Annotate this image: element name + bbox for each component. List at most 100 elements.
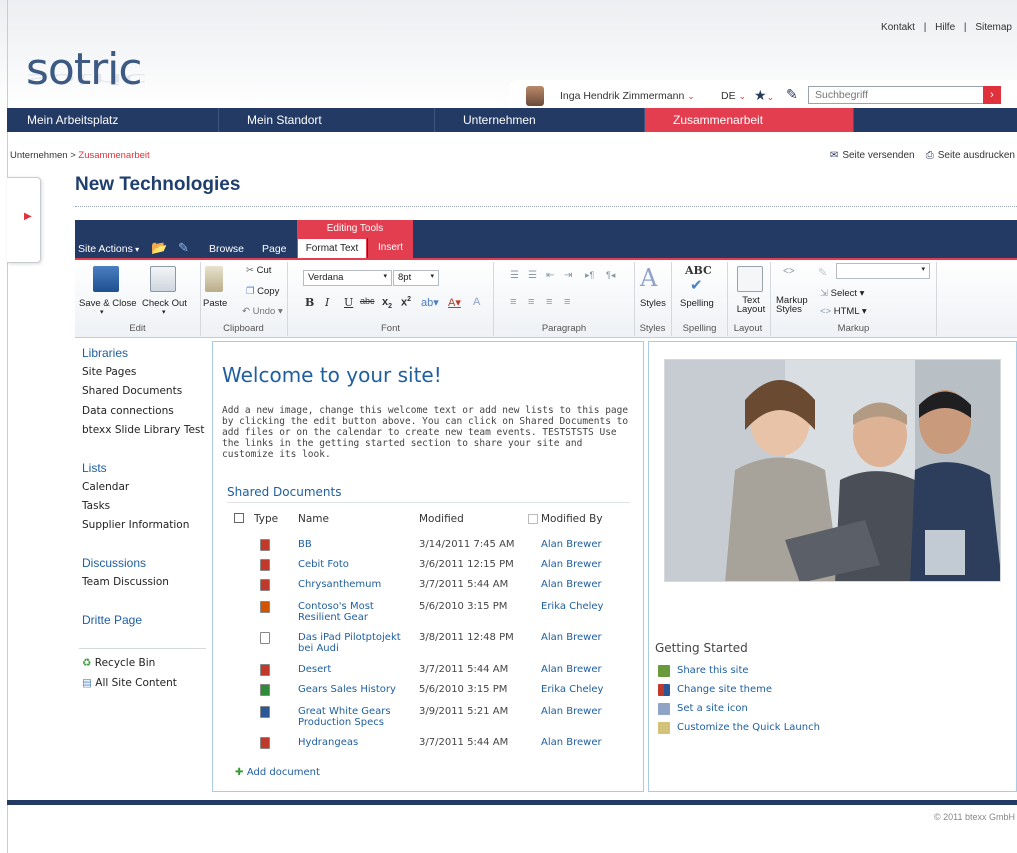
underline-button[interactable]: U: [344, 296, 353, 309]
cut-button[interactable]: ✂ Cut: [246, 265, 271, 276]
quick-launch-item[interactable]: Calendar: [82, 481, 129, 493]
quick-launch-item[interactable]: Team Discussion: [82, 576, 169, 588]
quick-launch-item[interactable]: Site Pages: [82, 366, 136, 378]
column-header-name[interactable]: Name: [298, 513, 329, 525]
share-site-link[interactable]: Share this site: [677, 665, 749, 676]
document-modified-by-link[interactable]: Erika Cheley: [541, 601, 603, 612]
all-site-content-link[interactable]: ▤ All Site Content: [82, 677, 177, 689]
ltr-icon[interactable]: ▸¶: [585, 270, 594, 281]
document-modified-by-link[interactable]: Erika Cheley: [541, 684, 603, 695]
italic-button[interactable]: I: [325, 296, 329, 309]
decrease-indent-icon[interactable]: ⇤: [546, 270, 554, 281]
markup-styles-button[interactable]: Markup Styles: [776, 296, 814, 315]
edit-pen-icon[interactable]: ✎: [786, 86, 798, 103]
strikethrough-button[interactable]: abc: [360, 296, 375, 306]
avatar[interactable]: [526, 86, 544, 106]
select-button[interactable]: ⇲ Select ▾: [820, 288, 864, 299]
document-type-icon[interactable]: [260, 559, 270, 571]
document-type-icon[interactable]: [260, 706, 270, 718]
document-type-icon[interactable]: [260, 579, 270, 591]
document-name-link[interactable]: Contoso's Most Resilient Gear: [298, 601, 403, 623]
select-all-checkbox[interactable]: [234, 513, 244, 523]
tab-page[interactable]: Page: [262, 243, 287, 255]
document-modified-by-link[interactable]: Alan Brewer: [541, 539, 602, 550]
tab-insert[interactable]: Insert: [368, 238, 413, 258]
navigate-up-icon[interactable]: 📂: [151, 240, 167, 256]
font-family-select[interactable]: Verdana ▾: [303, 270, 392, 286]
tab-browse[interactable]: Browse: [209, 243, 244, 255]
user-menu[interactable]: Inga Hendrik Zimmermann ⌄: [560, 90, 695, 102]
column-header-modified-by[interactable]: Modified By: [541, 513, 603, 525]
edit-page-icon[interactable]: ✎: [178, 240, 189, 256]
html-button[interactable]: <> HTML ▾: [820, 306, 867, 317]
document-modified-by-link[interactable]: Alan Brewer: [541, 632, 602, 643]
document-name-link[interactable]: BB: [298, 539, 403, 550]
document-name-link[interactable]: Gears Sales History: [298, 684, 403, 695]
document-type-icon[interactable]: [260, 664, 270, 676]
document-type-icon[interactable]: [260, 632, 270, 644]
rtl-icon[interactable]: ¶◂: [606, 270, 615, 281]
send-page-link[interactable]: Seite versenden: [842, 150, 914, 161]
quick-launch-item[interactable]: Supplier Information: [82, 519, 189, 531]
nav-item-unternehmen[interactable]: Unternehmen: [435, 108, 645, 132]
quick-launch-heading-lists[interactable]: Lists: [82, 461, 107, 475]
quick-launch-heading-dritte-page[interactable]: Dritte Page: [82, 613, 142, 627]
link-hilfe[interactable]: Hilfe: [935, 22, 955, 33]
document-modified-by-link[interactable]: Alan Brewer: [541, 559, 602, 570]
add-document-link[interactable]: ✚ Add document: [235, 767, 320, 778]
change-theme-link[interactable]: Change site theme: [677, 684, 772, 695]
justify-icon[interactable]: ≡: [564, 296, 570, 308]
styles-button[interactable]: Styles: [640, 298, 666, 309]
quick-launch-item[interactable]: Shared Documents: [82, 385, 182, 397]
recycle-bin-link[interactable]: ♻ Recycle Bin: [82, 657, 155, 669]
quick-launch-item[interactable]: btexx Slide Library Test: [82, 424, 205, 436]
document-name-link[interactable]: Desert: [298, 664, 403, 675]
language-menu[interactable]: DE ⌄: [721, 90, 746, 102]
bold-button[interactable]: B: [305, 296, 314, 309]
set-site-icon-link[interactable]: Set a site icon: [677, 703, 748, 714]
document-type-icon[interactable]: [260, 737, 270, 749]
column-header-type[interactable]: Type: [254, 513, 278, 525]
document-type-icon[interactable]: [260, 601, 270, 613]
highlight-color-button[interactable]: ab▾: [421, 296, 439, 309]
superscript-button[interactable]: x2: [401, 296, 411, 309]
breadcrumb-parent[interactable]: Unternehmen: [10, 150, 68, 161]
quick-launch-heading-discussions[interactable]: Discussions: [82, 556, 146, 570]
align-left-icon[interactable]: ≡: [510, 296, 516, 308]
document-modified-by-link[interactable]: Alan Brewer: [541, 664, 602, 675]
shared-documents-title[interactable]: Shared Documents: [227, 485, 341, 499]
favorites-star-icon[interactable]: ★⌄: [754, 87, 774, 104]
document-name-link[interactable]: Chrysanthemum: [298, 579, 403, 590]
align-center-icon[interactable]: ≡: [528, 296, 534, 308]
quick-launch-heading-libraries[interactable]: Libraries: [82, 346, 128, 360]
clear-format-button[interactable]: A: [473, 296, 480, 308]
markup-dropdown[interactable]: ▾: [836, 263, 930, 279]
document-type-icon[interactable]: [260, 539, 270, 551]
link-sitemap[interactable]: Sitemap: [975, 22, 1012, 33]
document-modified-by-link[interactable]: Alan Brewer: [541, 737, 602, 748]
font-size-select[interactable]: 8pt ▾: [393, 270, 439, 286]
document-modified-by-link[interactable]: Alan Brewer: [541, 579, 602, 590]
save-close-button[interactable]: Save & Close: [79, 298, 137, 309]
print-page-link[interactable]: Seite ausdrucken: [938, 150, 1015, 161]
quick-launch-item[interactable]: Data connections: [82, 405, 174, 417]
document-name-link[interactable]: Great White Gears Production Specs: [298, 706, 403, 728]
text-layout-button[interactable]: Text Layout: [731, 296, 771, 315]
font-color-button[interactable]: A▾: [448, 296, 461, 309]
document-name-link[interactable]: Cebit Foto: [298, 559, 403, 570]
subscript-button[interactable]: x2: [382, 296, 392, 310]
search-input[interactable]: [808, 86, 1000, 104]
numbered-list-icon[interactable]: ☰: [528, 270, 537, 281]
document-type-icon[interactable]: [260, 684, 270, 696]
spelling-button[interactable]: Spelling: [680, 298, 714, 309]
tab-format-text[interactable]: Format Text: [297, 238, 367, 258]
nav-item-zusammenarbeit[interactable]: Zusammenarbeit: [645, 108, 854, 132]
copy-button[interactable]: ❐ Copy: [246, 286, 279, 297]
document-name-link[interactable]: Das iPad Pilotptojekt bei Audi: [298, 632, 403, 654]
document-modified-by-link[interactable]: Alan Brewer: [541, 706, 602, 717]
quick-launch-item[interactable]: Tasks: [82, 500, 110, 512]
align-right-icon[interactable]: ≡: [546, 296, 552, 308]
paste-button[interactable]: Paste: [203, 298, 227, 309]
undo-button[interactable]: ↶ Undo ▾: [242, 306, 283, 317]
column-header-modified[interactable]: Modified: [419, 513, 464, 525]
